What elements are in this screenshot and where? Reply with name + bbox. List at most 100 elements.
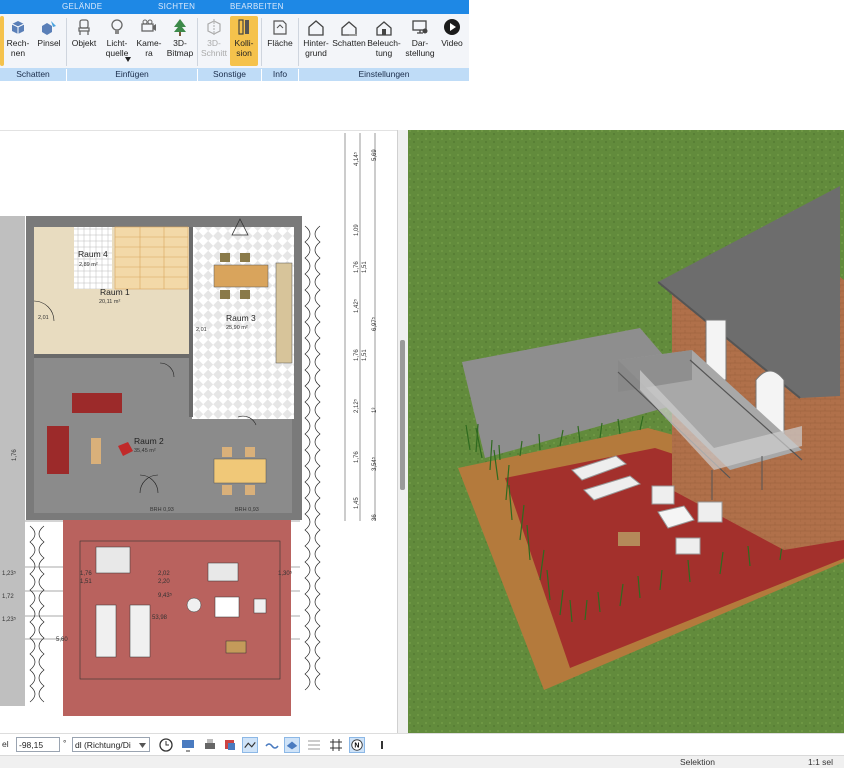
ribbon-separator — [197, 18, 198, 66]
kamera-button[interactable]: Kame- ra — [135, 16, 163, 58]
house-shadow-icon — [341, 21, 357, 36]
floor-plan-view[interactable]: Raum 4 2,89 m² Raum 1 20,11 m² Raum 3 25… — [0, 130, 397, 719]
darstellung-button[interactable]: Dar- stellung — [403, 16, 437, 58]
pinsel-button[interactable]: Pinsel — [35, 16, 63, 48]
schatten-button[interactable]: Schatten — [332, 16, 366, 48]
schnitt-button[interactable]: 3D- Schnitt — [200, 16, 228, 58]
schnitt-label: 3D- Schnitt — [201, 38, 227, 58]
3d-view[interactable] — [408, 130, 844, 733]
svg-text:N: N — [354, 743, 359, 750]
dining-table[interactable] — [213, 264, 269, 288]
grid-icon[interactable] — [328, 737, 344, 753]
brush-cube-icon — [42, 21, 56, 35]
direction-select[interactable]: dl (Richtung/Di — [72, 737, 150, 752]
wave-icon[interactable] — [264, 737, 280, 753]
terrace-chair[interactable] — [253, 598, 267, 614]
terrace-box[interactable] — [225, 640, 247, 654]
flaeche-label: Fläche — [267, 38, 293, 48]
bitmap-label: 3D- Bitmap — [166, 38, 194, 58]
garden-chair-3d[interactable] — [651, 485, 675, 505]
room-raum4-label: Raum 4 — [78, 249, 108, 259]
play-icon — [444, 19, 460, 35]
svg-text:1,23⁵: 1,23⁵ — [2, 616, 17, 623]
lichtquelle-button[interactable]: Licht- quelle — [102, 16, 132, 62]
terrace-chair[interactable] — [186, 597, 202, 613]
line-icon[interactable] — [242, 737, 258, 753]
print-icon[interactable] — [202, 737, 218, 753]
window-label: BRH 0,93 — [150, 507, 174, 513]
section-icon — [207, 19, 221, 35]
splitter-grip[interactable] — [400, 340, 405, 490]
3d-scene[interactable] — [408, 130, 844, 733]
svg-text:2,02: 2,02 — [158, 571, 170, 577]
svg-text:2,12⁵: 2,12⁵ — [353, 398, 360, 413]
screen-icon[interactable] — [180, 737, 196, 753]
sun-lounger[interactable] — [129, 604, 151, 658]
beleuchtung-button[interactable]: Beleuch- tung — [367, 16, 401, 58]
svg-text:4,14⁵: 4,14⁵ — [353, 151, 360, 166]
value-label: el — [2, 739, 9, 749]
ribbon-separator — [298, 18, 299, 66]
video-label: Video — [441, 38, 463, 48]
dropdown-arrow-icon[interactable] — [125, 57, 131, 62]
flaeche-button[interactable]: Fläche — [264, 16, 296, 48]
garden-stool-3d[interactable] — [675, 537, 701, 555]
svg-text:2,20: 2,20 — [158, 579, 170, 585]
bottom-toolbar-right — [397, 733, 844, 756]
sun-lounger[interactable] — [95, 604, 117, 658]
pinsel-label: Pinsel — [37, 38, 61, 48]
group-einfuegen-label: Einfügen — [67, 69, 198, 81]
paint-icon[interactable] — [222, 737, 238, 753]
kollision-button[interactable]: Kolli- sion — [230, 16, 258, 66]
tab-bearbeiten[interactable]: BEARBEITEN — [230, 2, 284, 11]
sofa[interactable] — [72, 393, 122, 413]
room-raum3-area: 25,90 m² — [226, 325, 248, 331]
svg-text:1,30⁵: 1,30⁵ — [278, 570, 293, 577]
side-table-3d[interactable] — [618, 532, 640, 546]
hintergrund-button[interactable]: Hinter- grund — [300, 16, 332, 58]
camera-icon — [141, 19, 156, 32]
floor-plan-canvas[interactable]: Raum 4 2,89 m² Raum 1 20,11 m² Raum 3 25… — [0, 131, 397, 719]
area-icon — [273, 20, 287, 35]
svg-text:3,54⁵: 3,54⁵ — [371, 456, 378, 471]
house-light-icon — [376, 21, 392, 36]
garden-chair-3d[interactable] — [697, 501, 723, 523]
kitchen-counter[interactable] — [275, 262, 293, 364]
ribbon-tab-bar: GELÄNDE SICHTEN BEARBEITEN — [0, 0, 844, 14]
terrace-bench[interactable] — [95, 546, 131, 574]
ribbon-panel: Rech- nen Pinsel Objekt Licht- quelle Ka… — [0, 14, 469, 69]
north-icon[interactable]: N — [349, 737, 365, 753]
darstellung-label: Dar- stellung — [405, 38, 435, 58]
svg-text:1,51: 1,51 — [362, 349, 368, 361]
group-schatten-label: Schatten — [0, 69, 67, 81]
terrace-sofa[interactable] — [207, 562, 239, 582]
table-raum2[interactable] — [213, 458, 267, 484]
angle-input[interactable]: -98,15 — [16, 737, 60, 752]
room-raum1-area: 20,11 m² — [99, 299, 120, 305]
schatten-label: Schatten — [332, 38, 366, 48]
tab-sichten[interactable]: SICHTEN — [158, 2, 195, 11]
surface-icon[interactable] — [306, 737, 322, 753]
group-sonstige-label: Sonstige — [198, 69, 262, 81]
status-bar: Selektion 1:1 sel — [0, 755, 844, 768]
terrace-table[interactable] — [214, 596, 240, 618]
plane-icon[interactable] — [284, 737, 300, 753]
beleuchtung-label: Beleuch- tung — [367, 38, 401, 58]
video-button[interactable]: Video — [438, 16, 466, 48]
tab-gelaende[interactable]: GELÄNDE — [62, 2, 102, 11]
rechnen-button[interactable]: Rech- nen — [5, 16, 31, 58]
inner-wall — [189, 227, 193, 417]
svg-text:6,97⁵: 6,97⁵ — [371, 316, 378, 331]
more-icon[interactable] — [374, 737, 390, 753]
svg-text:1,76: 1,76 — [354, 349, 360, 361]
bitmap-button[interactable]: 3D- Bitmap — [165, 16, 195, 58]
house-background-icon — [308, 20, 324, 36]
sofa-side[interactable] — [47, 426, 69, 474]
svg-text:1,76: 1,76 — [354, 261, 360, 273]
clock-icon[interactable] — [158, 737, 174, 753]
kollision-label: Kolli- sion — [234, 38, 254, 58]
objekt-button[interactable]: Objekt — [69, 16, 99, 48]
staircase — [114, 226, 189, 290]
coffee-table[interactable] — [91, 438, 101, 464]
hintergrund-label: Hinter- grund — [303, 38, 329, 58]
